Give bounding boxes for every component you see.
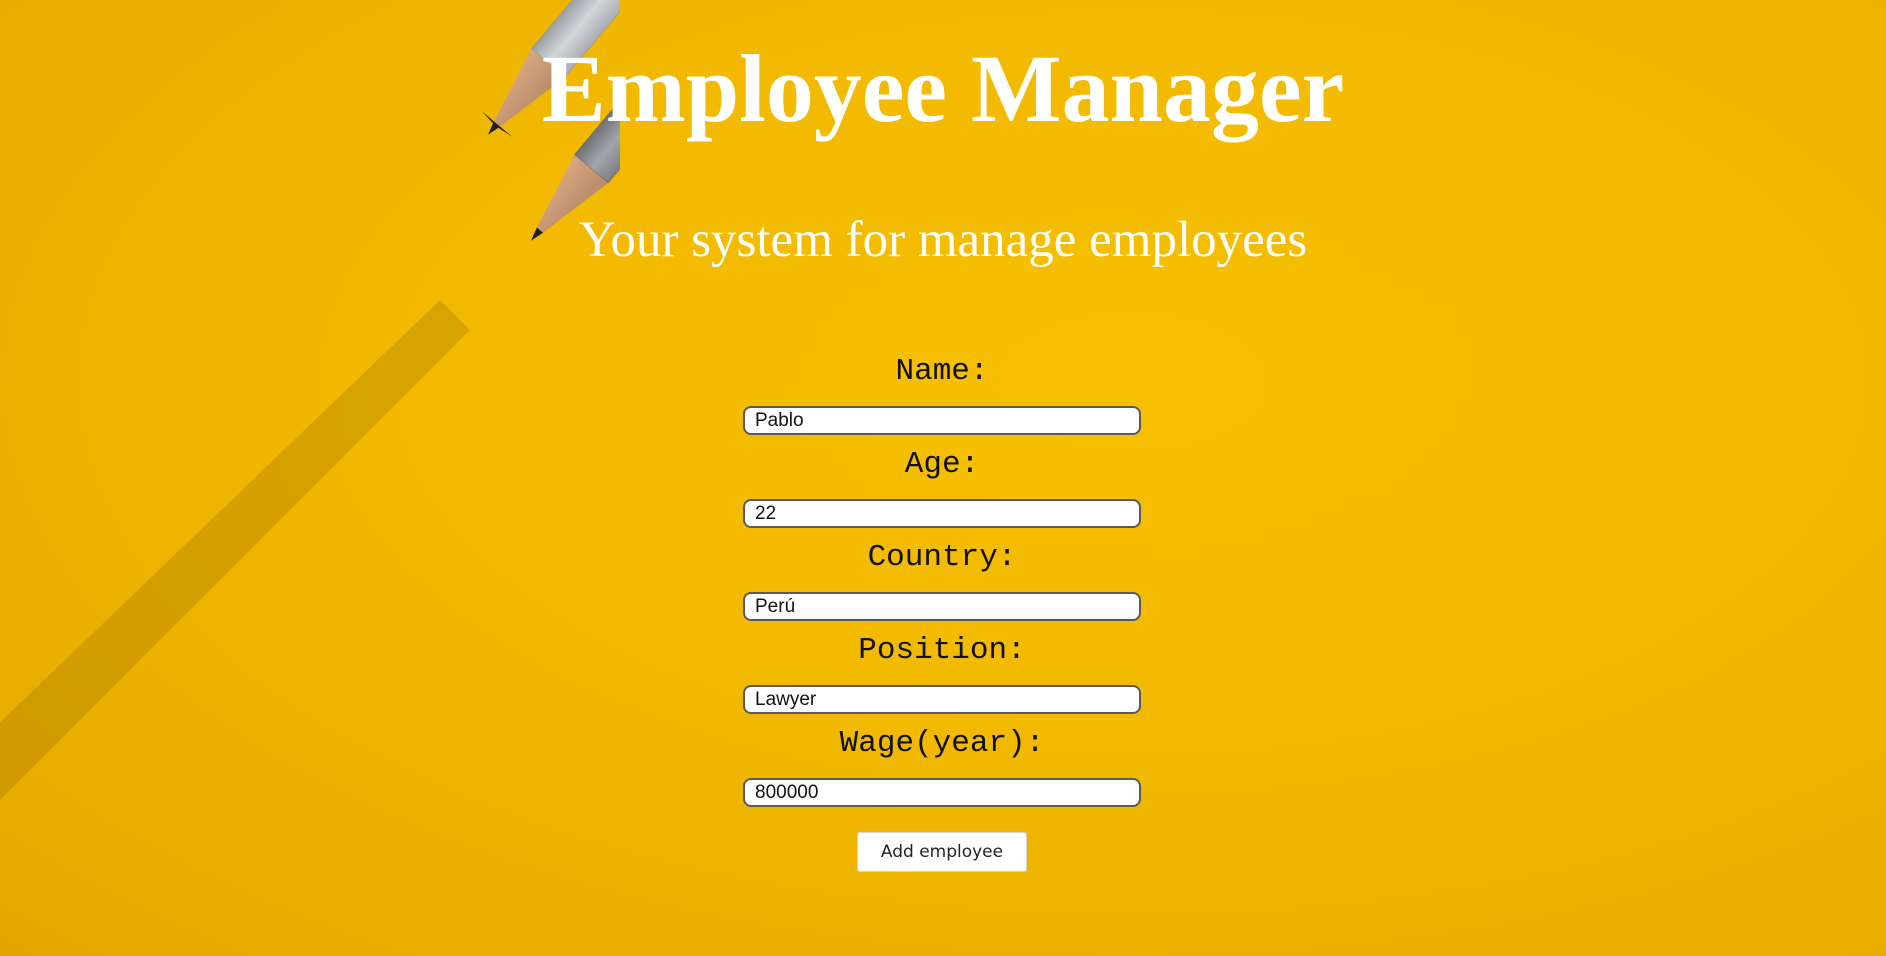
wage-input[interactable] [743, 778, 1141, 807]
wage-label: Wage(year): [839, 726, 1045, 761]
age-field-group: Age: [743, 443, 1141, 536]
age-label: Age: [904, 447, 980, 482]
position-field-group: Position: [743, 629, 1141, 722]
position-input[interactable] [743, 685, 1141, 714]
country-label: Country: [867, 540, 1017, 575]
wage-field-group: Wage(year): [743, 722, 1141, 815]
position-label: Position: [858, 633, 1026, 668]
age-input[interactable] [743, 499, 1141, 528]
name-label: Name: [895, 354, 989, 389]
country-field-group: Country: [743, 536, 1141, 629]
name-field-group: Name: [743, 350, 1141, 443]
submit-wrapper: Add employee [857, 832, 1027, 872]
employee-form: Name: Age: Country: Position: Wage(year)… [743, 350, 1141, 815]
name-input[interactable] [743, 406, 1141, 435]
add-employee-button[interactable]: Add employee [857, 832, 1027, 872]
page-subtitle: Your system for manage employees [578, 212, 1308, 268]
country-input[interactable] [743, 592, 1141, 621]
page-title: Employee Manager [541, 35, 1345, 142]
